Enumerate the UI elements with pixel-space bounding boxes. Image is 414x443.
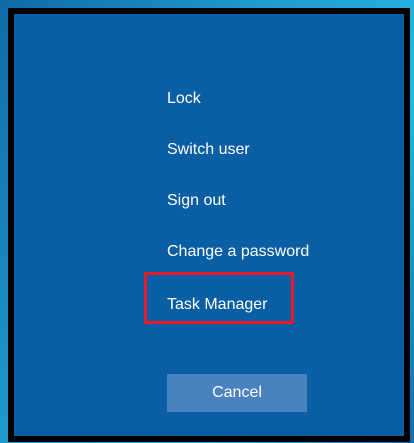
task-manager-highlight-box (144, 272, 294, 324)
change-password-option[interactable]: Change a password (167, 242, 309, 262)
switch-user-option[interactable]: Switch user (167, 140, 250, 160)
lock-option[interactable]: Lock (167, 89, 201, 109)
security-options-panel: Lock Switch user Sign out Change a passw… (8, 8, 410, 442)
sign-out-option[interactable]: Sign out (167, 191, 226, 211)
cancel-button[interactable]: Cancel (167, 374, 307, 412)
